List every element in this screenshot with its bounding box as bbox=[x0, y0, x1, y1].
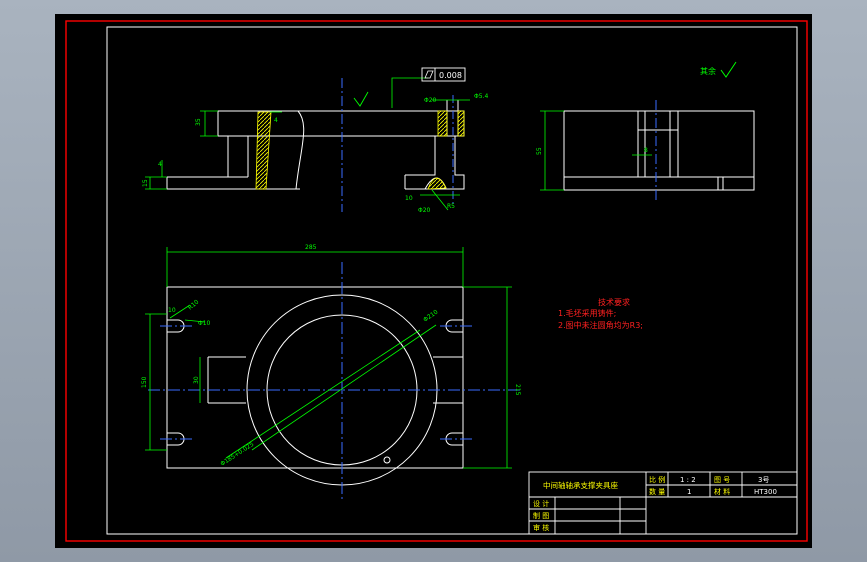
hatch-right-hole bbox=[437, 110, 448, 137]
flatness-tolerance-frame: 0.008 bbox=[421, 67, 466, 82]
cad-drawing: 0.008 其余 35 4 15 Φ20 Φ5.4 4 10 Φ20 R5 55… bbox=[65, 20, 808, 542]
quantity-value: 1 bbox=[687, 488, 691, 496]
material-label: 材 料 bbox=[714, 487, 730, 496]
dim-hole-top-dia: Φ20 bbox=[424, 97, 437, 104]
dim-side-height: 55 bbox=[536, 147, 543, 155]
side-dimensions bbox=[540, 110, 652, 191]
hatch-bottom-fillet bbox=[427, 177, 447, 190]
hatch-left-wall bbox=[255, 111, 272, 190]
dim-bore-dia: Φ210 bbox=[422, 309, 439, 324]
dim-left-base-height: 15 bbox=[142, 179, 149, 187]
roughness-symbol-front bbox=[353, 91, 369, 107]
draw-label: 制 图 bbox=[533, 511, 549, 520]
dim-outer-dia: Φ185+0.025 bbox=[219, 441, 255, 468]
dim-top-bottom-left: 4 bbox=[274, 117, 278, 124]
scale-value: 1 : 2 bbox=[680, 476, 696, 484]
front-dimensions bbox=[145, 77, 470, 211]
dim-plan-left-height: 150 bbox=[141, 376, 148, 388]
hatch-right-hole-2 bbox=[457, 110, 465, 137]
notes-line-2: 2.图中未注圆角均为R3; bbox=[558, 320, 643, 330]
plan-view bbox=[166, 286, 464, 486]
notes-title: 技术要求 bbox=[598, 297, 630, 307]
dim-side-slot: 8 bbox=[644, 147, 648, 154]
cad-viewport[interactable]: 0.008 其余 35 4 15 Φ20 Φ5.4 4 10 Φ20 R5 55… bbox=[55, 14, 812, 548]
flatness-value: 0.008 bbox=[439, 71, 462, 80]
dim-top-left-height: 35 bbox=[195, 118, 202, 126]
dim-slot-radius: R10 bbox=[187, 298, 201, 311]
dim-hole-bottom-1: 10 bbox=[405, 195, 413, 202]
side-view bbox=[563, 110, 755, 191]
dim-plan-width: 285 bbox=[305, 244, 317, 251]
front-section-view bbox=[166, 100, 465, 190]
inner-border bbox=[106, 26, 798, 535]
review-label: 审 核 bbox=[533, 523, 549, 532]
scale-label: 比 例 bbox=[649, 475, 665, 484]
design-label: 设 计 bbox=[533, 499, 549, 508]
dim-hole-right-dia: Φ5.4 bbox=[474, 93, 488, 100]
dim-slot-dia: Φ10 bbox=[198, 320, 211, 327]
dim-left-step: 4 bbox=[158, 161, 162, 168]
drawing-no-label: 图 号 bbox=[714, 476, 730, 484]
part-name: 中间轴轴承支撑夹具座 bbox=[543, 480, 618, 490]
dim-hole-bottom-2: Φ20 bbox=[418, 207, 431, 214]
drawing-no-value: 3号 bbox=[758, 476, 769, 484]
roughness-symbol-corner bbox=[720, 61, 737, 78]
quantity-label: 数 量 bbox=[649, 487, 665, 496]
dim-hole-bottom-3: R5 bbox=[447, 203, 455, 210]
outer-border bbox=[65, 20, 808, 542]
roughness-other-label: 其余 bbox=[700, 66, 716, 76]
notes-line-1: 1.毛坯采用铸件; bbox=[558, 308, 616, 318]
dim-plan-height: 215 bbox=[514, 384, 521, 396]
dim-boss-width: 30 bbox=[193, 376, 200, 384]
material-value: HT300 bbox=[754, 488, 777, 496]
dim-slot-width: 10 bbox=[168, 307, 176, 314]
